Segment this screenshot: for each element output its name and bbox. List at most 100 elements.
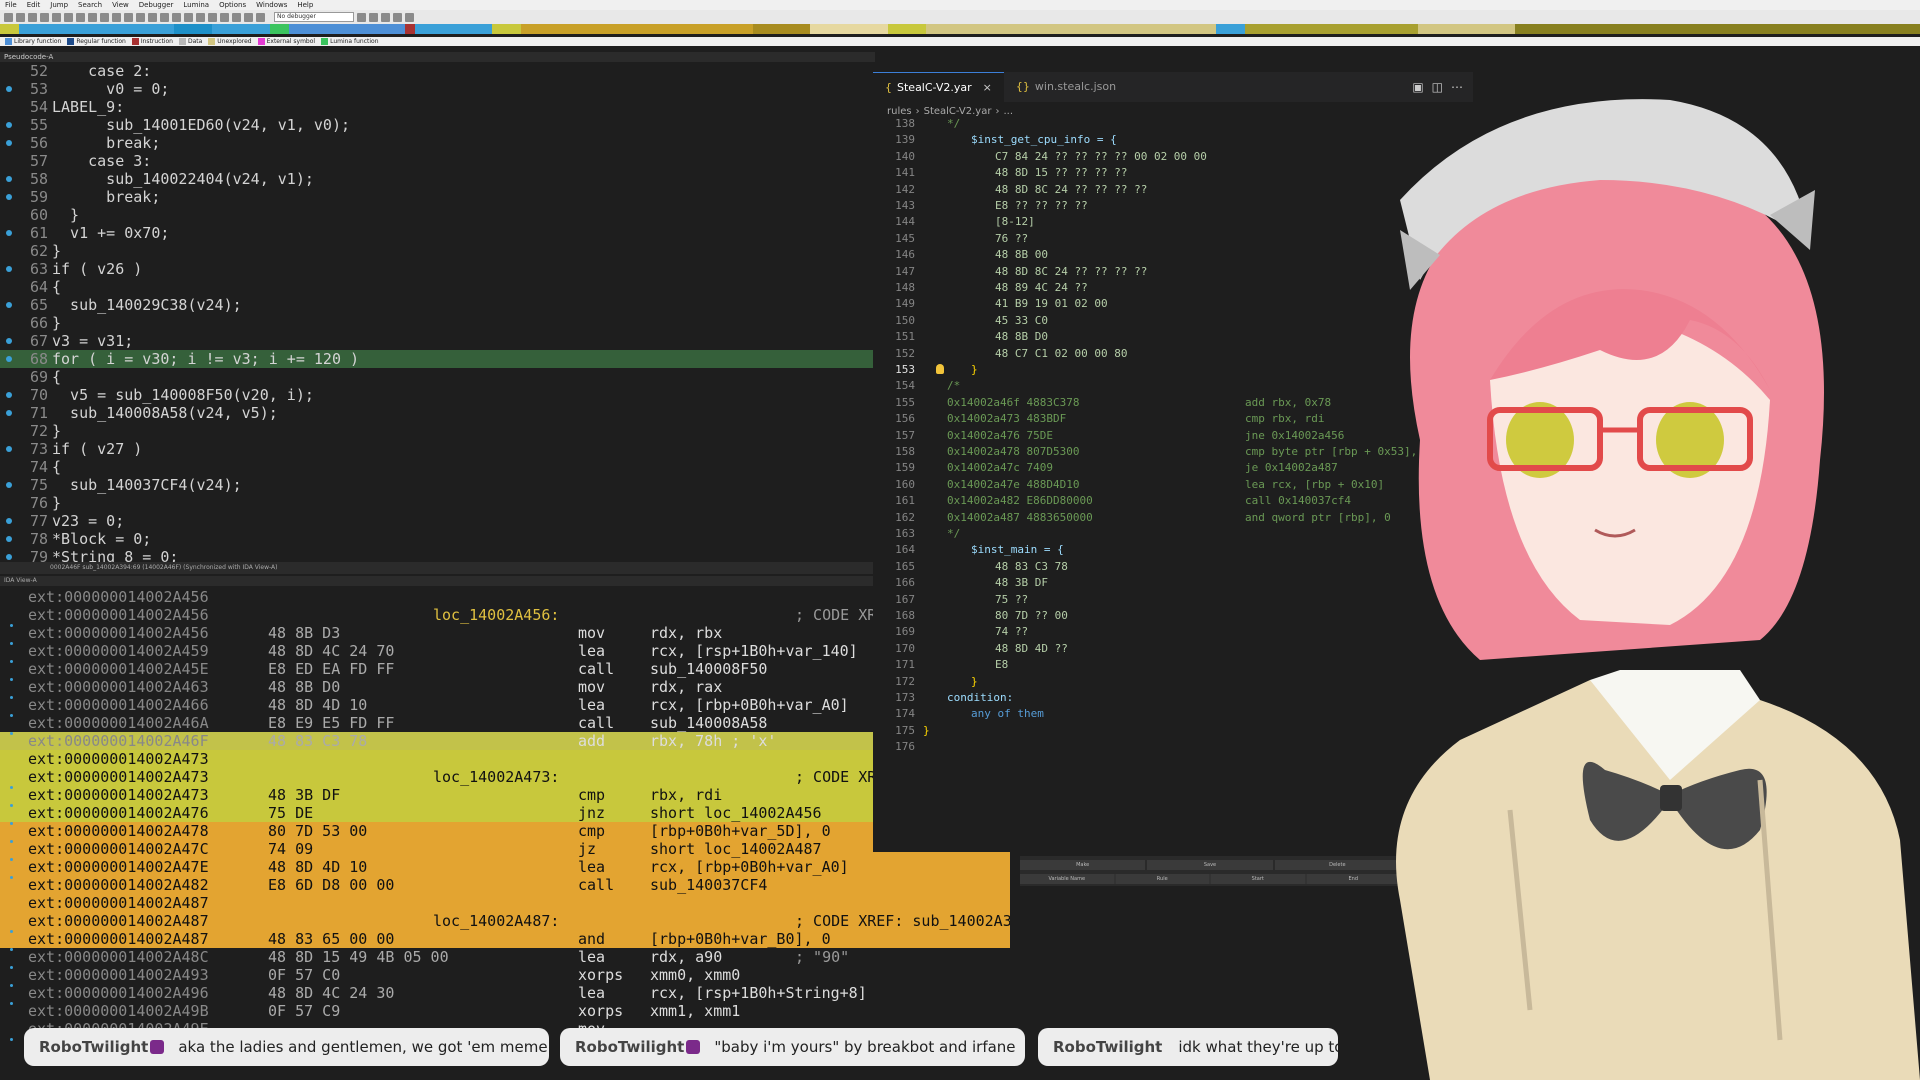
pseudocode-line[interactable]: 73 if ( v27 )	[0, 440, 875, 458]
disasm-line[interactable]: ext:000000014002A47E 48 8D 4D 10 lea rcx, […	[0, 858, 1010, 876]
toolbar-button-icon[interactable]	[369, 12, 378, 22]
debugger-select[interactable]: No debugger	[274, 12, 354, 22]
pseudocode-line[interactable]: 72}	[0, 422, 875, 440]
toolbar-button-icon[interactable]	[16, 12, 25, 22]
disasm-line[interactable]: ext:000000014002A46A E8 E9 E5 FD FF call su…	[0, 714, 1010, 732]
toolbar-button-icon[interactable]	[393, 12, 402, 22]
pseudocode-line[interactable]: 66}	[0, 314, 875, 332]
breakpoint-dot-icon[interactable]	[6, 230, 12, 236]
toolbar-button-icon[interactable]	[208, 12, 217, 22]
breakpoint-dot-icon[interactable]	[6, 536, 12, 542]
close-icon[interactable]: ×	[983, 73, 992, 103]
toolbar-button-icon[interactable]	[244, 12, 253, 22]
breakpoint-dot-icon[interactable]	[6, 86, 12, 92]
pseudocode-line[interactable]: 64{	[0, 278, 875, 296]
toolbar-button-icon[interactable]	[357, 12, 366, 22]
breakpoint-dot-icon[interactable]	[6, 194, 12, 200]
toolbar-button-icon[interactable]	[64, 12, 73, 22]
breakpoint-dot-icon[interactable]	[6, 392, 12, 398]
panel-button-save[interactable]: Save	[1147, 860, 1273, 870]
menu-item-view[interactable]: View	[112, 0, 129, 10]
toolbar-button-icon[interactable]	[52, 12, 61, 22]
toolbar-button-icon[interactable]	[4, 12, 13, 22]
menu-item-jump[interactable]: Jump	[50, 0, 68, 10]
disasm-line[interactable]: ext:000000014002A493 0F 57 C0 xorps xmm0, x…	[0, 966, 1010, 984]
navigation-band[interactable]	[0, 24, 1920, 34]
breakpoint-dot-icon[interactable]	[6, 410, 12, 416]
disasm-line[interactable]: ext:000000014002A47C 74 09 jz short loc_140…	[0, 840, 1010, 858]
pseudocode-line[interactable]: 71 sub_140008A58(v24, v5);	[0, 404, 875, 422]
pseudocode-line[interactable]: 61 v1 += 0x70;	[0, 224, 875, 242]
pseudocode-line[interactable]: 55 sub_14001ED60(v24, v1, v0);	[0, 116, 875, 134]
breakpoint-dot-icon[interactable]	[6, 554, 12, 560]
pseudocode-line[interactable]: 63 if ( v26 )	[0, 260, 875, 278]
disasm-line[interactable]: ext:000000014002A48C 48 8D 15 49 4B 05 00…	[0, 948, 1010, 966]
menu-item-windows[interactable]: Windows	[256, 0, 287, 10]
disasm-line[interactable]: ext:000000014002A473 48 3B DF cmp rbx, rdi	[0, 786, 1010, 804]
disasm-line[interactable]: ext:000000014002A46F 48 83 C3 78 add rbx, 7…	[0, 732, 1010, 750]
toolbar-button-icon[interactable]	[172, 12, 181, 22]
toolbar-button-icon[interactable]	[100, 12, 109, 22]
toolbar-button-icon[interactable]	[256, 12, 265, 22]
menu-item-options[interactable]: Options	[219, 0, 246, 10]
tab-stealc-v2-yar[interactable]: {StealC-V2.yar ×	[873, 72, 1004, 102]
breakpoint-dot-icon[interactable]	[6, 356, 12, 362]
disasm-line[interactable]: ext:000000014002A49B 0F 57 C9 xorps xmm1, x…	[0, 1002, 1010, 1020]
pseudocode-line[interactable]: 68 for ( i = v30; i != v3; i += 120 )	[0, 350, 875, 368]
pseudocode-line[interactable]: 58 sub_140022404(v24, v1);	[0, 170, 875, 188]
toolbar-button-icon[interactable]	[232, 12, 241, 22]
pseudocode-line[interactable]: 59 break;	[0, 188, 875, 206]
toolbar-button-icon[interactable]	[220, 12, 229, 22]
menu-item-lumina[interactable]: Lumina	[183, 0, 209, 10]
toolbar-button-icon[interactable]	[76, 12, 85, 22]
toolbar-button-icon[interactable]	[381, 12, 390, 22]
breakpoint-dot-icon[interactable]	[6, 122, 12, 128]
breakpoint-dot-icon[interactable]	[6, 302, 12, 308]
disasm-line[interactable]: ext:000000014002A482 E8 6D D8 00 00 call su…	[0, 876, 1010, 894]
pseudocode-line[interactable]: 60 }	[0, 206, 875, 224]
breakpoint-dot-icon[interactable]	[6, 482, 12, 488]
toolbar-button-icon[interactable]	[88, 12, 97, 22]
breakpoint-dot-icon[interactable]	[6, 338, 12, 344]
breakpoint-dot-icon[interactable]	[6, 140, 12, 146]
pseudocode-line[interactable]: 65 sub_140029C38(v24);	[0, 296, 875, 314]
pseudocode-line[interactable]: 75 sub_140037CF4(v24);	[0, 476, 875, 494]
disasm-line[interactable]: ext:000000014002A456	[0, 588, 1010, 606]
pseudocode-line[interactable]: 54 LABEL_9:	[0, 98, 875, 116]
pseudocode-line[interactable]: 76}	[0, 494, 875, 512]
toolbar-button-icon[interactable]	[124, 12, 133, 22]
pseudocode-line[interactable]: 78 *Block = 0;	[0, 530, 875, 548]
disasm-line[interactable]: ext:000000014002A476 75 DE jnz short loc_14…	[0, 804, 1010, 822]
disasm-line[interactable]: ext:000000014002A466 48 8D 4D 10 lea rcx, […	[0, 696, 1010, 714]
disasm-line[interactable]: ext:000000014002A478 80 7D 53 00 cmp [rbp+0…	[0, 822, 1010, 840]
toolbar-button-icon[interactable]	[136, 12, 145, 22]
toolbar-button-icon[interactable]	[40, 12, 49, 22]
toolbar-button-icon[interactable]	[160, 12, 169, 22]
pseudocode-line[interactable]: 62}	[0, 242, 875, 260]
disasm-line[interactable]: ext:000000014002A456 48 8B D3 mov rdx, rbx	[0, 624, 1010, 642]
disasm-line[interactable]: ext:000000014002A487 loc_14002A487: ; CODE…	[0, 912, 1010, 930]
menu-item-debugger[interactable]: Debugger	[139, 0, 174, 10]
pseudocode-line[interactable]: 70 v5 = sub_140008F50(v20, i);	[0, 386, 875, 404]
menu-item-edit[interactable]: Edit	[27, 0, 41, 10]
toolbar-button-icon[interactable]	[148, 12, 157, 22]
breakpoint-dot-icon[interactable]	[6, 446, 12, 452]
pseudocode-line[interactable]: 77 v23 = 0;	[0, 512, 875, 530]
toolbar-button-icon[interactable]	[112, 12, 121, 22]
pseudocode-line[interactable]: 67 v3 = v31;	[0, 332, 875, 350]
disasm-line[interactable]: ext:000000014002A456 loc_14002A456:; CODE…	[0, 606, 1010, 624]
toolbar-button-icon[interactable]	[184, 12, 193, 22]
pseudocode-view[interactable]: 52 case 2: 53 v0 = 0; 54 LABEL_9: 55 sub_140…	[0, 62, 875, 562]
pseudocode-line[interactable]: 74{	[0, 458, 875, 476]
disasm-line[interactable]: ext:000000014002A496 48 8D 4C 24 30 lea rcx…	[0, 984, 1010, 1002]
ida-disassembly-view[interactable]: ext:000000014002A456 ext:000000014002A456…	[0, 588, 1010, 1080]
pseudocode-line[interactable]: 69{	[0, 368, 875, 386]
menu-item-help[interactable]: Help	[297, 0, 313, 10]
disasm-line[interactable]: ext:000000014002A487 48 83 65 00 00 and [rb…	[0, 930, 1010, 948]
tab-pseudocode[interactable]: Pseudocode-A	[0, 52, 875, 62]
toolbar-button-icon[interactable]	[405, 12, 414, 22]
toolbar-button-icon[interactable]	[196, 12, 205, 22]
disasm-line[interactable]: ext:000000014002A473 loc_14002A473: ; CODE…	[0, 768, 1010, 786]
disasm-line[interactable]: ext:000000014002A45E E8 ED EA FD FF call su…	[0, 660, 1010, 678]
disasm-line[interactable]: ext:000000014002A463 48 8B D0 mov rdx, rax	[0, 678, 1010, 696]
